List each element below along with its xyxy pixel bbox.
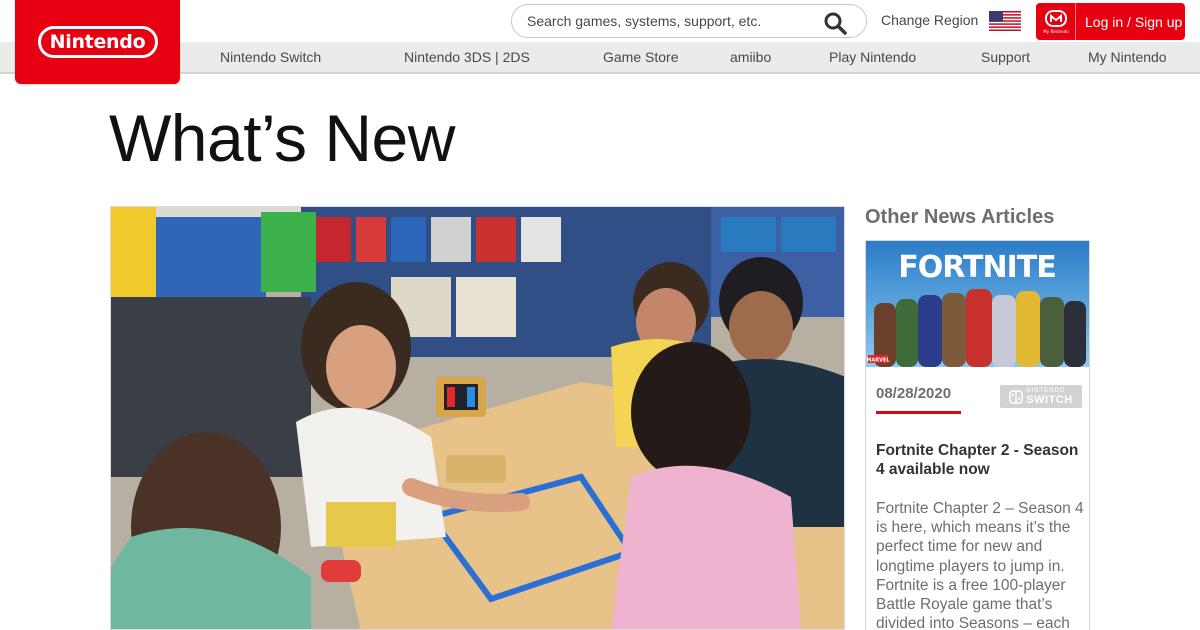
nav-nintendo-3ds[interactable]: Nintendo 3DS | 2DS	[404, 49, 530, 65]
us-flag-icon[interactable]	[989, 11, 1021, 31]
nav-amiibo[interactable]: amiibo	[730, 49, 771, 65]
nav-game-store[interactable]: Game Store	[603, 49, 678, 65]
logo-text: Nintendo	[37, 26, 158, 58]
article-excerpt: Fortnite Chapter 2 – Season 4 is here, w…	[876, 500, 1084, 630]
my-nintendo-caption: My Nintendo	[1043, 29, 1069, 34]
search-input[interactable]	[527, 13, 817, 29]
switch-logo-icon	[1009, 389, 1024, 404]
other-news-title: Other News Articles	[865, 206, 1055, 228]
nav-support[interactable]: Support	[981, 49, 1030, 65]
login-button[interactable]: My Nintendo Log in / Sign up	[1036, 3, 1185, 40]
article-date: 08/28/2020	[876, 385, 961, 414]
news-thumbnail[interactable]: FORTNITE MARVEL	[866, 241, 1089, 367]
news-card[interactable]: FORTNITE MARVEL 08/28/2020 NINTENDO SWIT…	[865, 240, 1090, 630]
card-meta: 08/28/2020 NINTENDO SWITCH	[866, 367, 1089, 427]
marvel-badge: MARVEL	[866, 358, 890, 364]
nav-nintendo-switch[interactable]: Nintendo Switch	[220, 49, 321, 65]
nintendo-logo[interactable]: Nintendo	[15, 0, 180, 84]
thumbnail-title: FORTNITE	[898, 250, 1055, 285]
page-title: What’s New	[109, 101, 455, 175]
my-nintendo-icon: My Nintendo	[1036, 3, 1076, 40]
search-box[interactable]	[511, 4, 867, 38]
article-headline[interactable]: Fortnite Chapter 2 - Season 4 available …	[876, 441, 1084, 479]
hero-image[interactable]	[110, 206, 845, 630]
main-nav: Nintendo Switch Nintendo 3DS | 2DS Game …	[0, 42, 1200, 74]
nav-my-nintendo[interactable]: My Nintendo	[1088, 49, 1167, 65]
platform-label: SWITCH	[1026, 393, 1073, 406]
nintendo-switch-badge: NINTENDO SWITCH	[1000, 385, 1082, 408]
search-icon[interactable]	[823, 11, 847, 35]
login-label: Log in / Sign up	[1085, 13, 1183, 30]
change-region-link[interactable]: Change Region	[881, 12, 978, 28]
nav-play-nintendo[interactable]: Play Nintendo	[829, 49, 916, 65]
